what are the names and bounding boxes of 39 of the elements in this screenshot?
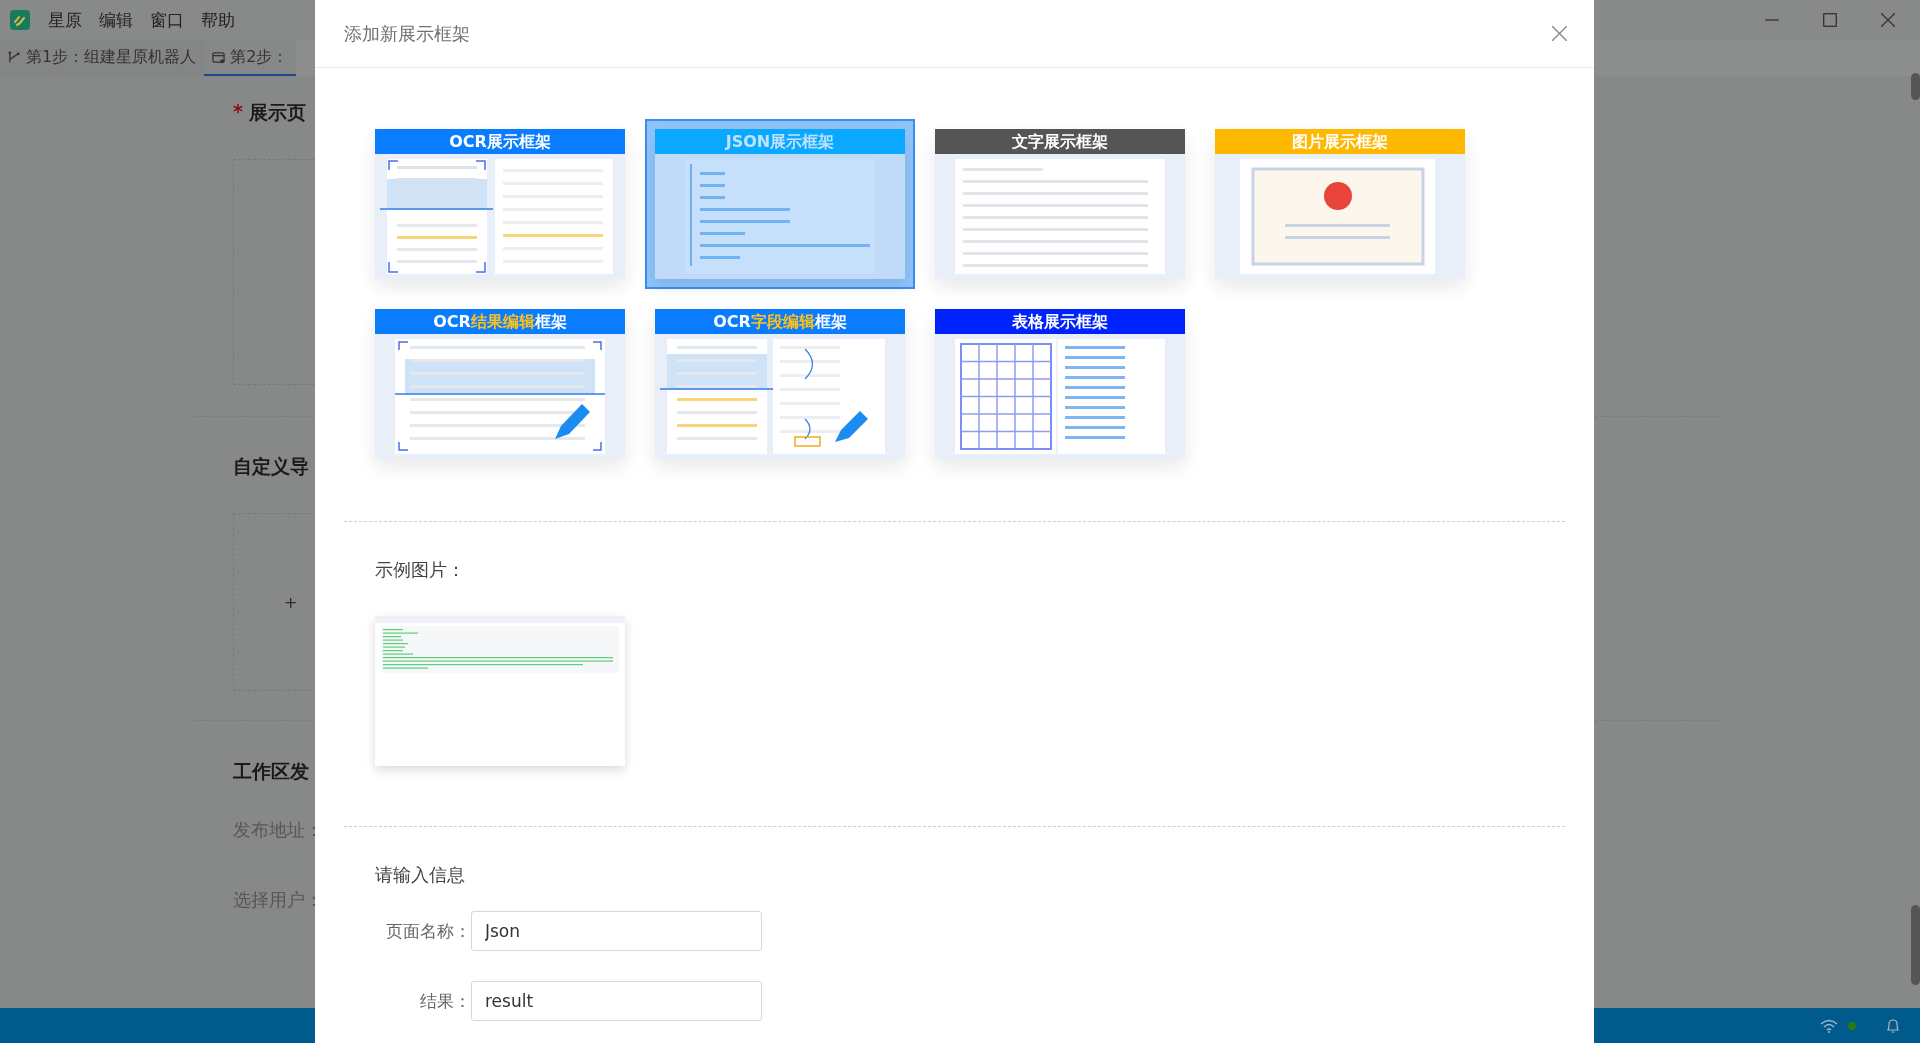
maximize-icon[interactable] bbox=[1823, 13, 1837, 27]
frame-option[interactable]: 文字展示框架 bbox=[925, 119, 1195, 289]
frame-title: 图片展示框架 bbox=[1215, 129, 1465, 154]
dialog-title: 添加新展示框架 bbox=[344, 21, 470, 46]
frame-title: OCR字段编辑框架 bbox=[655, 309, 905, 334]
frame-option[interactable]: OCR字段编辑框架 bbox=[645, 299, 915, 469]
frame-title: OCR展示框架 bbox=[375, 129, 625, 154]
step-tab[interactable]: 第1步：组建星原机器人 bbox=[0, 40, 205, 76]
form-heading: 请输入信息 bbox=[375, 863, 466, 887]
frame-title: JSON展示框架 bbox=[655, 129, 905, 154]
frame-title: 表格展示框架 bbox=[935, 309, 1185, 334]
section-label: 示例图片： bbox=[375, 558, 466, 582]
frame-title: OCR结果编辑框架 bbox=[375, 309, 625, 334]
frame-option[interactable]: OCR结果编辑框架 bbox=[365, 299, 635, 469]
window-icon bbox=[212, 50, 226, 64]
app-logo-icon bbox=[10, 10, 30, 30]
scrollbar-thumb[interactable] bbox=[1911, 73, 1920, 100]
required-mark: * bbox=[233, 100, 243, 124]
text-field[interactable]: result bbox=[471, 981, 762, 1021]
step-tab[interactable]: 第2步： bbox=[204, 40, 297, 76]
section-title: 展示页 bbox=[248, 100, 306, 125]
status-dot-icon bbox=[1848, 1021, 1856, 1030]
section-title: 工作区发 bbox=[233, 759, 309, 784]
frame-option[interactable]: OCR展示框架 bbox=[365, 119, 635, 289]
section-title: 自定义导 bbox=[233, 454, 309, 479]
frame-title: 文字展示框架 bbox=[935, 129, 1185, 154]
wifi-icon[interactable] bbox=[1820, 1018, 1838, 1033]
frame-option[interactable]: 表格展示框架 bbox=[925, 299, 1195, 469]
menu-item[interactable]: 帮助 bbox=[201, 8, 235, 32]
scrollbar-thumb[interactable] bbox=[1911, 905, 1920, 985]
close-icon[interactable] bbox=[1881, 13, 1895, 27]
menu-item[interactable]: 窗口 bbox=[150, 8, 184, 32]
close-icon[interactable] bbox=[1552, 26, 1567, 41]
field-label: 结果： bbox=[419, 989, 471, 1013]
notification-icon[interactable] bbox=[1886, 1017, 1900, 1034]
menu-item[interactable]: 星原 bbox=[48, 8, 82, 32]
menu-item[interactable]: 编辑 bbox=[99, 8, 133, 32]
field-label: 页面名称： bbox=[385, 919, 471, 943]
branch-icon bbox=[8, 50, 21, 64]
